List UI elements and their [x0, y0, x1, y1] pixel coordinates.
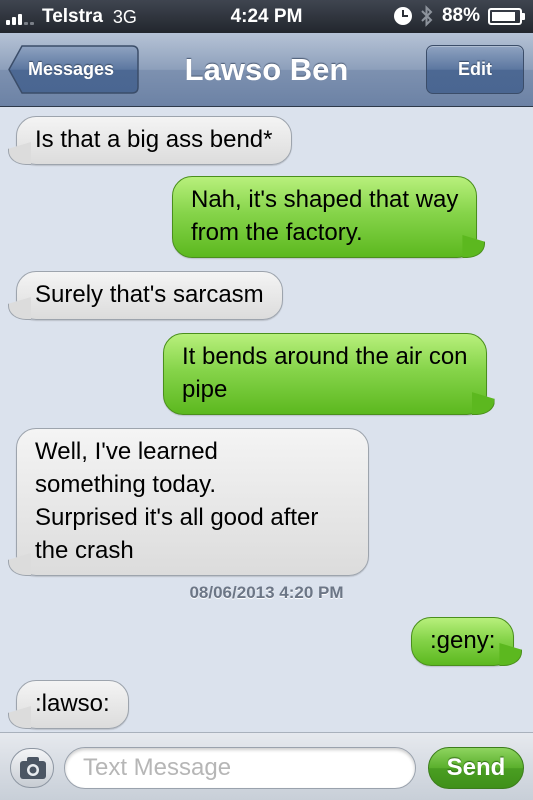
message-text: :geny: — [430, 627, 496, 654]
message-bubble-incoming[interactable]: Is that a big ass bend* — [16, 116, 292, 165]
message-text: :lawso: — [35, 690, 110, 717]
nav-bar: Messages Lawso Ben Edit — [0, 33, 533, 107]
message-bubble-incoming[interactable]: Surely that's sarcasm — [16, 271, 283, 320]
message-text: Is that a big ass bend* — [35, 126, 273, 153]
message-text: Surely that's sarcasm — [35, 281, 264, 308]
send-button[interactable]: Send — [428, 747, 524, 789]
message-thread[interactable]: Is that a big ass bend* Nah, it's shaped… — [0, 108, 533, 732]
message-text: It bends around the air con pipe — [182, 343, 468, 403]
status-right: 88% — [393, 5, 525, 27]
message-composer: Send — [0, 732, 533, 800]
status-bar: Telstra 3G 4:24 PM 88% — [0, 0, 533, 33]
clock-icon — [393, 7, 412, 25]
battery-percent: 88% — [441, 5, 480, 26]
message-bubble-outgoing[interactable]: Nah, it's shaped that way from the facto… — [172, 176, 478, 258]
message-text: Well, I've learned something today. Surp… — [35, 438, 319, 564]
battery-icon — [488, 7, 525, 25]
camera-icon — [20, 757, 46, 779]
message-text: Nah, it's shaped that way from the facto… — [191, 186, 459, 246]
message-bubble-outgoing[interactable]: :geny: — [411, 617, 515, 666]
message-bubble-incoming[interactable]: :lawso: — [16, 680, 129, 729]
camera-button[interactable] — [10, 748, 54, 788]
message-input[interactable] — [64, 747, 416, 789]
edit-button[interactable]: Edit — [426, 45, 524, 94]
bluetooth-icon — [421, 5, 433, 27]
message-bubble-incoming[interactable]: Well, I've learned something today. Surp… — [16, 428, 369, 576]
message-bubble-outgoing[interactable]: It bends around the air con pipe — [163, 333, 487, 415]
message-timestamp: 08/06/2013 4:20 PM — [189, 583, 344, 602]
